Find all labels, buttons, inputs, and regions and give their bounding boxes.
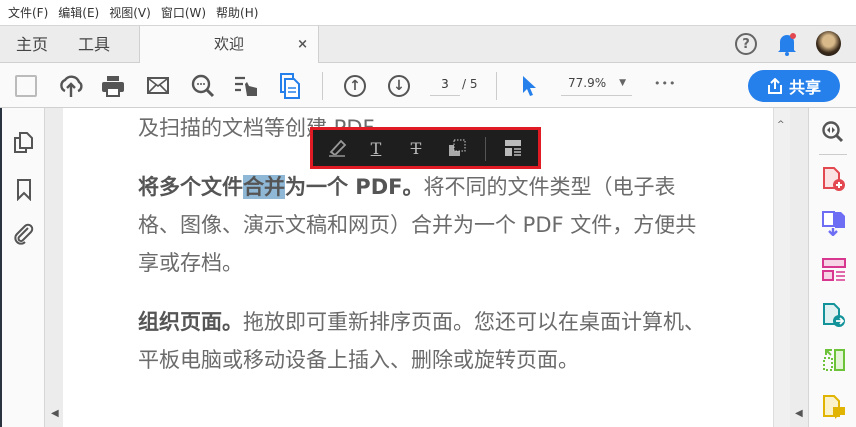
avatar[interactable]: [816, 31, 841, 56]
document-icon[interactable]: [280, 73, 300, 99]
tab-tools[interactable]: 工具: [78, 26, 110, 63]
bell-icon[interactable]: [776, 32, 798, 56]
copy-region-icon[interactable]: [448, 138, 466, 158]
tab-document[interactable]: 欢迎 ×: [139, 26, 319, 63]
next-page-icon[interactable]: ↓: [388, 75, 410, 97]
toolbar-divider: [496, 72, 497, 100]
more-tools-icon[interactable]: •••: [654, 77, 676, 90]
help-icon[interactable]: ?: [735, 33, 757, 55]
sign-hand-icon[interactable]: [233, 74, 259, 98]
collapse-right-icon[interactable]: ◀: [795, 408, 803, 419]
share-label: 共享: [788, 78, 821, 97]
export-pdf-icon[interactable]: [822, 302, 846, 328]
share-icon: [767, 78, 782, 94]
menu-edit[interactable]: 编辑(E): [58, 4, 99, 21]
menu-file[interactable]: 文件(F): [8, 4, 48, 21]
panel-divider: [819, 154, 847, 155]
vertical-scrollbar[interactable]: ^: [773, 108, 790, 427]
page-number-input[interactable]: 3: [430, 77, 460, 96]
combine-files-icon[interactable]: [821, 210, 847, 236]
left-nav-panel: [0, 108, 45, 427]
popup-divider: [485, 137, 486, 161]
select-cursor-icon[interactable]: [521, 75, 537, 97]
create-pdf-icon[interactable]: [822, 166, 846, 192]
right-gutter: ◀: [790, 108, 808, 427]
paragraph-merge: 将多个文件合并为一个 PDF。将不同的文件类型（电子表格、图像、演示文稿和网页）…: [138, 168, 708, 282]
compare-files-icon[interactable]: [822, 348, 846, 372]
paragraph-organize: 组织页面。拖放即可重新排序页面。您还可以在桌面计算机、平板电脑或移动设备上插入、…: [138, 303, 708, 379]
menu-bar: 文件(F) 编辑(E) 视图(V) 窗口(W) 帮助(H): [0, 0, 856, 26]
page-total: / 5: [462, 77, 478, 91]
bold-text: 为一个 PDF。: [285, 175, 424, 199]
collapse-left-icon[interactable]: ◀: [51, 408, 59, 419]
toolbar: ↑ ↓ 3 / 5 77.9% ▼ ••• 共享: [0, 63, 856, 108]
left-gutter: ◀: [45, 108, 63, 427]
tab-document-label: 欢迎: [213, 35, 244, 53]
zoom-select[interactable]: 77.9% ▼: [561, 76, 632, 96]
highlight-icon[interactable]: [327, 138, 349, 158]
menu-window[interactable]: 窗口(W): [161, 4, 206, 21]
scroll-up-icon[interactable]: ^: [777, 120, 785, 130]
menu-help[interactable]: 帮助(H): [216, 4, 258, 21]
bold-text: 将多个文件: [138, 175, 243, 199]
selected-text[interactable]: 合并: [243, 175, 285, 199]
menu-view[interactable]: 视图(V): [109, 4, 151, 21]
bookmark-icon[interactable]: [16, 179, 32, 201]
save-icon[interactable]: [15, 75, 37, 97]
bold-text: 组织页面。: [138, 310, 243, 334]
tab-bar: 主页 工具 欢迎 × ?: [0, 26, 856, 63]
attachment-icon[interactable]: [13, 223, 35, 245]
tab-home[interactable]: 主页: [16, 26, 48, 63]
right-tools-panel: [808, 108, 856, 427]
toolbar-divider: [322, 72, 323, 100]
chevron-down-icon: ▼: [619, 78, 626, 88]
zoom-tools-icon[interactable]: [821, 120, 845, 144]
cloud-upload-icon[interactable]: [57, 73, 85, 99]
search-icon[interactable]: [191, 74, 215, 98]
page-thumbnails-icon[interactable]: [14, 132, 34, 154]
strikethrough-icon[interactable]: T: [407, 138, 425, 158]
text-markup-popup: T T: [310, 127, 541, 169]
email-icon[interactable]: [147, 77, 169, 94]
organize-pages-icon[interactable]: [822, 258, 846, 282]
close-tab-icon[interactable]: ×: [297, 26, 308, 63]
previous-page-icon[interactable]: ↑: [344, 75, 366, 97]
comment-layout-icon[interactable]: [504, 139, 522, 157]
comment-icon[interactable]: [822, 394, 846, 420]
zoom-value: 77.9%: [568, 76, 607, 90]
share-button[interactable]: 共享: [748, 70, 840, 102]
print-icon[interactable]: [101, 75, 125, 97]
underline-icon[interactable]: T: [367, 138, 385, 158]
